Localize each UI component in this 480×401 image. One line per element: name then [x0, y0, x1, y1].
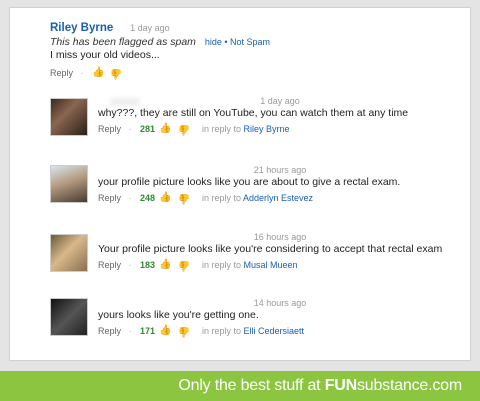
- top-comment: Riley Byrne 1 day ago This has been flag…: [50, 22, 270, 80]
- reply-button[interactable]: Reply: [98, 193, 121, 203]
- thumbs-down-icon[interactable]: 👍: [178, 260, 190, 271]
- reply-button[interactable]: Reply: [50, 68, 73, 78]
- comment-actions: Reply · 👍 👍: [50, 67, 123, 80]
- thumbs-up-icon[interactable]: 👍: [159, 124, 171, 134]
- footer-text: Only the best stuff at FUNsubstance.com: [178, 377, 462, 395]
- in-reply-to-prefix: in reply to: [201, 193, 241, 203]
- not-spam-link[interactable]: • Not Spam: [224, 37, 270, 47]
- reply-button[interactable]: Reply: [98, 124, 121, 134]
- comment-text: your profile picture looks like you are …: [98, 176, 401, 188]
- thumbs-down-icon[interactable]: 👍: [178, 124, 190, 135]
- footer-prefix: Only the best stuff at: [178, 377, 325, 394]
- like-count: 183: [140, 260, 156, 270]
- flag-text: This has been flagged as spam: [50, 36, 196, 48]
- thumbs-down-icon[interactable]: 👍: [178, 193, 190, 204]
- in-reply-to-link[interactable]: Riley Byrne: [244, 124, 290, 134]
- comment-time: 21 hours ago: [253, 165, 307, 175]
- footer-brand-bold: FUN: [324, 377, 357, 394]
- spam-flag: This has been flagged as spam hide • Not…: [50, 36, 270, 48]
- avatar[interactable]: [50, 298, 88, 336]
- reply-button[interactable]: Reply: [98, 260, 121, 270]
- avatar[interactable]: [50, 165, 88, 203]
- comment-actions: Reply · 248 👍 👍 in reply to Adderlyn Est…: [98, 192, 314, 205]
- comment-actions: Reply · 281 👍 👍 in reply to Riley Byrne: [98, 123, 290, 136]
- in-reply-to-prefix: in reply to: [201, 260, 241, 270]
- thumbs-up-icon[interactable]: 👍: [159, 326, 171, 336]
- avatar[interactable]: [50, 234, 88, 272]
- footer-brand-rest: substance.com: [356, 377, 462, 394]
- like-count: 281: [140, 124, 156, 134]
- comment-text: Your profile picture looks like you're c…: [98, 243, 443, 255]
- comment-actions: Reply · 171 👍 👍 in reply to Elli Cedersi…: [98, 325, 305, 338]
- thumbs-up-icon[interactable]: 👍: [159, 260, 171, 270]
- comment-time: 1 day ago: [130, 23, 170, 33]
- comments-panel: Riley Byrne 1 day ago This has been flag…: [9, 7, 471, 361]
- thumbs-up-icon[interactable]: 👍: [159, 193, 171, 203]
- comment-time: 16 hours ago: [253, 232, 307, 242]
- in-reply-to-link[interactable]: Adderlyn Estevez: [243, 193, 313, 203]
- in-reply-to-link[interactable]: Elli Cedersiaett: [244, 326, 305, 336]
- reply-button[interactable]: Reply: [98, 326, 121, 336]
- hide-link[interactable]: hide: [205, 37, 222, 47]
- thumbs-down-icon[interactable]: 👍: [110, 68, 122, 79]
- comment-actions: Reply · 183 👍 👍 in reply to Musal Mueen: [98, 259, 298, 272]
- comment-text: yours looks like you're getting one.: [98, 309, 259, 321]
- avatar[interactable]: [50, 98, 88, 136]
- comment-time: 1 day ago: [260, 96, 300, 106]
- comment-text: I miss your old videos...: [50, 49, 160, 61]
- comment-author[interactable]: Riley Byrne: [50, 22, 113, 34]
- site-footer-banner: Only the best stuff at FUNsubstance.com: [0, 371, 480, 401]
- thumbs-down-icon[interactable]: 👍: [178, 326, 190, 337]
- comment-text: why???, they are still on YouTube, you c…: [98, 107, 409, 119]
- in-reply-to-prefix: in reply to: [201, 124, 241, 134]
- in-reply-to-prefix: in reply to: [201, 326, 241, 336]
- like-count: 171: [140, 326, 156, 336]
- comment-time: 14 hours ago: [253, 298, 307, 308]
- in-reply-to-link[interactable]: Musal Mueen: [244, 260, 298, 270]
- thumbs-up-icon[interactable]: 👍: [92, 68, 104, 78]
- like-count: 248: [140, 193, 156, 203]
